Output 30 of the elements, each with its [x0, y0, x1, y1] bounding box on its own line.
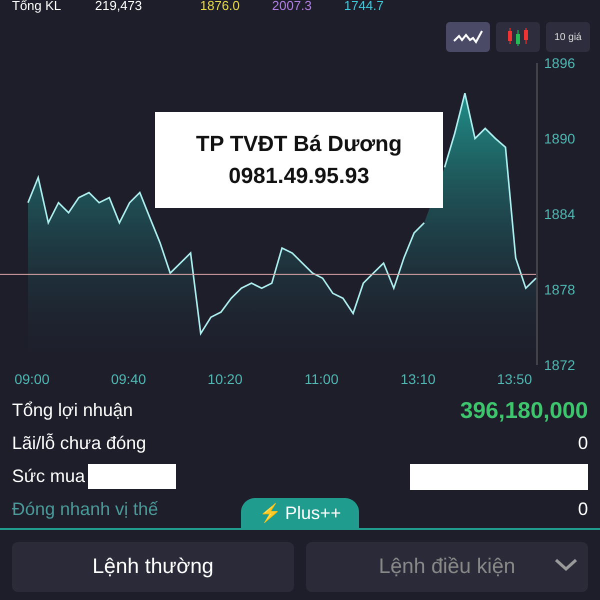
price-value: 2007.3 — [272, 0, 313, 12]
summary-value: 396,180,000 — [460, 397, 588, 424]
order-tab[interactable]: Lệnh điều kiện — [306, 542, 588, 592]
summary-label: Đóng nhanh vị thế — [12, 499, 158, 520]
line-chart-button[interactable] — [446, 22, 490, 52]
axis-label: 13:10 — [400, 371, 436, 387]
price-value: 1744.7 — [344, 0, 385, 12]
price-value: 1876.0 — [200, 0, 241, 12]
axis-label: 11:00 — [304, 371, 338, 387]
overlay-note: TP TVĐT Bá Dương 0981.49.95.93 — [155, 112, 443, 208]
summary-label: Lãi/lỗ chưa đóng — [12, 433, 146, 454]
order-tab[interactable]: Lệnh thường — [12, 542, 294, 592]
candlestick-button[interactable] — [496, 22, 540, 52]
axis-label: 1884 — [544, 206, 576, 222]
axis-label: 09:00 — [14, 371, 50, 387]
axis-label: 1878 — [544, 282, 576, 298]
axis-label: 10:20 — [207, 371, 243, 387]
axis-label: 1890 — [544, 130, 576, 146]
summary-label: Tổng lợi nhuận — [12, 400, 133, 421]
candlestick-icon — [505, 26, 531, 48]
axis-label: 1872 — [544, 357, 576, 373]
axis-label: 09:40 — [110, 371, 146, 387]
price-levels-button[interactable]: 10 giá — [546, 22, 590, 52]
summary-value: 0 — [578, 499, 588, 520]
line-chart-icon — [452, 28, 484, 46]
summary-label: Sức mua — [12, 466, 86, 487]
summary-value: 0 — [578, 433, 588, 454]
axis-label: 13:50 — [496, 371, 532, 387]
axis-label: 1896 — [544, 55, 576, 71]
volume-value: 219,473 — [95, 0, 143, 12]
